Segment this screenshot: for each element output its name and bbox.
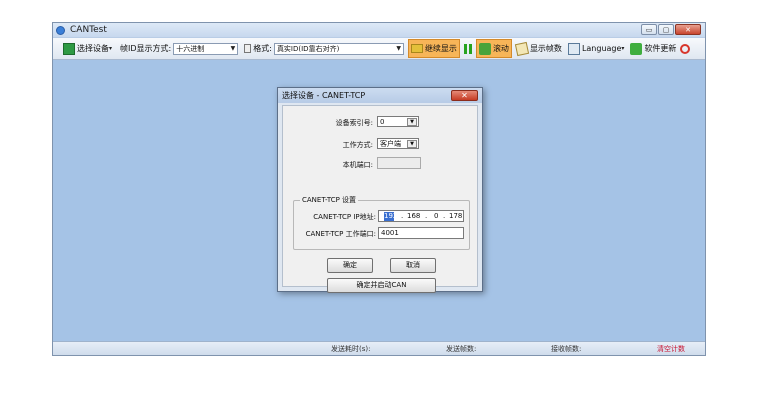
language-label: Language xyxy=(581,44,622,53)
device-icon xyxy=(63,42,75,55)
ip-address-input[interactable]: 192 . 168 . 0 . 178 xyxy=(378,210,464,222)
note-icon xyxy=(514,41,530,56)
continue-display-button[interactable]: 继续显示 xyxy=(407,39,460,58)
scroll-icon xyxy=(478,42,491,55)
canet-settings-label: CANET-TCP 设置 xyxy=(300,195,359,205)
work-mode-value: 客户端 xyxy=(380,139,401,148)
minimize-button[interactable]: ▭ xyxy=(641,24,657,35)
select-device-button[interactable]: 选择设备 ▾ xyxy=(61,39,114,58)
chevron-down-icon: ▾ xyxy=(109,45,113,52)
app-icon xyxy=(56,25,65,35)
continue-display-label: 继续显示 xyxy=(424,44,457,53)
ip-octet-3: 0 xyxy=(434,212,439,220)
ip-dot: . xyxy=(425,212,428,220)
local-port-input[interactable] xyxy=(377,157,421,169)
clear-count-button[interactable]: 清空计数 xyxy=(657,344,685,354)
local-port-label: 本机端口: xyxy=(342,161,373,169)
ip-octet-2: 168 xyxy=(407,212,421,220)
pause-icon[interactable] xyxy=(463,43,472,54)
show-frames-button[interactable]: 显示帧数 xyxy=(514,39,564,58)
folder-icon xyxy=(410,44,423,53)
ip-address-label: CANET-TCP IP地址: xyxy=(313,213,376,221)
help-button[interactable] xyxy=(678,39,694,58)
help-icon xyxy=(680,43,691,54)
scroll-label: 滚动 xyxy=(492,44,509,53)
dialog-title-bar: 选择设备 - CANET-TCP ✕ xyxy=(278,88,482,103)
window-title: CANTest xyxy=(70,25,107,35)
ip-octet-4: 178 xyxy=(449,212,463,220)
title-bar: CANTest ▭ ▢ ✕ xyxy=(53,23,705,37)
ok-button[interactable]: 确定 xyxy=(327,258,373,273)
canet-settings-group: CANET-TCP 设置 CANET-TCP IP地址: 192 . 168 .… xyxy=(293,195,470,250)
dialog-close-button[interactable]: ✕ xyxy=(451,90,478,101)
chevron-down-icon: ▼ xyxy=(407,118,417,126)
work-port-label: CANET-TCP 工作端口: xyxy=(305,230,376,238)
device-index-select[interactable]: 0 ▼ xyxy=(377,116,419,127)
work-mode-label: 工作方式: xyxy=(342,141,373,149)
software-update-button[interactable]: 软件更新 xyxy=(628,39,678,58)
update-icon xyxy=(630,42,643,55)
format-label: 格式: xyxy=(253,44,272,53)
ip-dot: . xyxy=(401,212,404,220)
dialog-title: 选择设备 - CANET-TCP xyxy=(282,91,366,100)
main-window: CANTest ▭ ▢ ✕ 选择设备 ▾ 帧ID显示方式: 十六进制 ▼ 格式:… xyxy=(52,22,706,356)
close-button[interactable]: ✕ xyxy=(675,24,701,35)
cancel-button[interactable]: 取消 xyxy=(390,258,436,273)
ip-dot: . xyxy=(443,212,446,220)
ip-octet-1: 192 xyxy=(384,212,398,220)
work-port-input[interactable]: 4001 xyxy=(378,227,464,239)
send-time-label: 发送耗时(s): xyxy=(331,345,371,353)
chevron-down-icon: ▾ xyxy=(621,45,625,52)
show-frames-label: 显示帧数 xyxy=(529,44,562,53)
software-update-label: 软件更新 xyxy=(644,44,677,53)
ok-and-start-can-button[interactable]: 确定并启动CAN xyxy=(327,278,436,293)
select-device-dialog: 选择设备 - CANET-TCP ✕ 设备索引号: 0 ▼ 工作方式: 客户端 … xyxy=(277,87,483,293)
format-value: 真实ID(ID靠右对齐) xyxy=(276,44,340,53)
frame-id-select[interactable]: 十六进制 ▼ xyxy=(173,42,239,55)
frame-id-label: 帧ID显示方式: xyxy=(120,44,172,53)
format-icon xyxy=(244,44,252,53)
chevron-down-icon: ▼ xyxy=(407,140,417,148)
frame-id-value: 十六进制 xyxy=(176,44,205,53)
chevron-down-icon: ▼ xyxy=(230,45,236,52)
format-select[interactable]: 真实ID(ID靠右对齐) ▼ xyxy=(273,42,404,55)
dialog-body: 设备索引号: 0 ▼ 工作方式: 客户端 ▼ 本机端口: CANET-TCP 设… xyxy=(282,105,478,293)
device-index-label: 设备索引号: xyxy=(335,119,373,127)
status-bar: 发送耗时(s): 发送帧数: 接收帧数: 清空计数 xyxy=(53,341,705,355)
recv-frames-label: 接收帧数: xyxy=(551,345,582,353)
select-device-label: 选择设备 xyxy=(77,44,109,53)
maximize-button[interactable]: ▢ xyxy=(658,24,674,35)
send-frames-label: 发送帧数: xyxy=(446,345,477,353)
work-mode-select[interactable]: 客户端 ▼ xyxy=(377,138,419,149)
scroll-button[interactable]: 滚动 xyxy=(475,39,512,58)
language-button[interactable]: Language ▾ xyxy=(566,39,627,58)
toolbar: 选择设备 ▾ 帧ID显示方式: 十六进制 ▼ 格式: 真实ID(ID靠右对齐) … xyxy=(53,38,705,60)
chevron-down-icon: ▼ xyxy=(396,45,401,52)
language-icon xyxy=(567,42,580,55)
device-index-value: 0 xyxy=(380,117,385,126)
